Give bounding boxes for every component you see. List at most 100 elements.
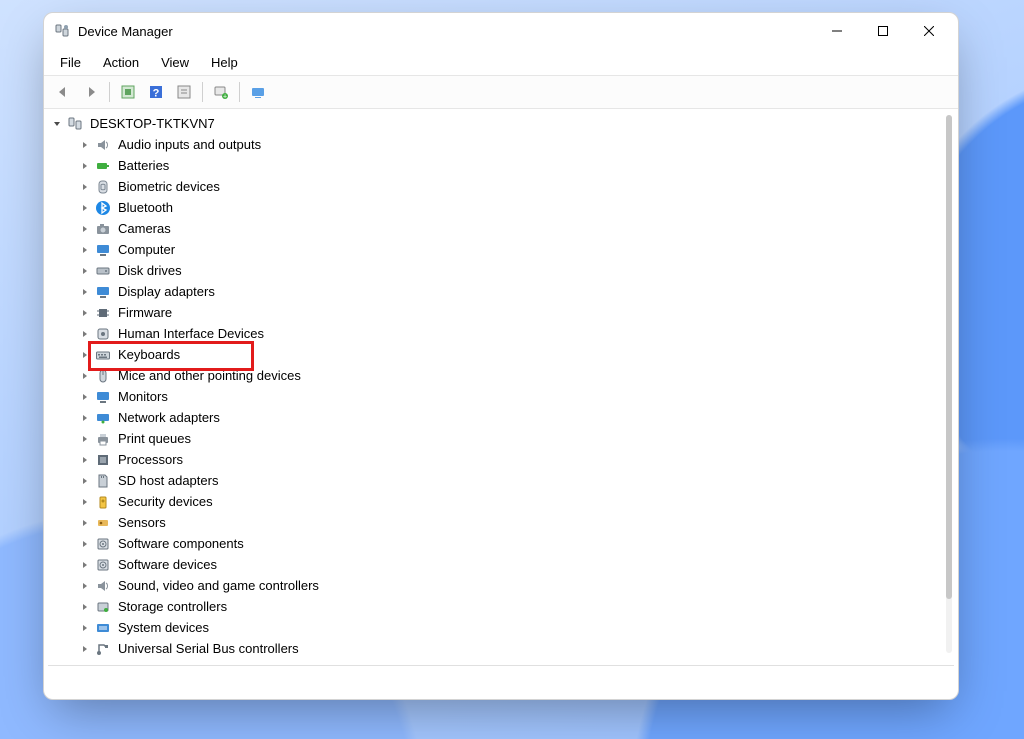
menu-view[interactable]: View — [151, 52, 199, 73]
menu-view-label: View — [161, 55, 189, 70]
expand-arrow-icon[interactable] — [78, 411, 92, 425]
tree-node[interactable]: Computer — [50, 239, 958, 260]
toolbar-help-button[interactable]: ? — [143, 79, 169, 105]
svg-text:+: + — [223, 94, 227, 101]
device-tree[interactable]: DESKTOP-TKTKVN7Audio inputs and outputsB… — [44, 109, 958, 659]
tree-node[interactable]: Firmware — [50, 302, 958, 323]
tree-node[interactable]: Cameras — [50, 218, 958, 239]
monitor-icon — [94, 241, 112, 259]
tree-node[interactable]: Software components — [50, 533, 958, 554]
close-button[interactable] — [906, 15, 952, 47]
network-icon — [94, 409, 112, 427]
battery-icon — [94, 157, 112, 175]
tree-node[interactable]: Human Interface Devices — [50, 323, 958, 344]
tree-node[interactable]: Software devices — [50, 554, 958, 575]
toolbar-back-button[interactable] — [50, 79, 76, 105]
toolbar-forward-button[interactable] — [78, 79, 104, 105]
tree-node[interactable]: Network adapters — [50, 407, 958, 428]
tree-node[interactable]: Mice and other pointing devices — [50, 365, 958, 386]
app-icon — [54, 23, 70, 39]
tree-node[interactable]: Sensors — [50, 512, 958, 533]
menu-file[interactable]: File — [50, 52, 91, 73]
toolbar-separator — [239, 82, 240, 102]
tree-node[interactable]: Print queues — [50, 428, 958, 449]
tree-node[interactable]: Keyboards — [50, 344, 958, 365]
expand-arrow-icon[interactable] — [78, 306, 92, 320]
cpu-icon — [94, 451, 112, 469]
scrollbar-thumb[interactable] — [946, 115, 952, 599]
usb-icon — [94, 640, 112, 658]
vertical-scrollbar[interactable] — [946, 115, 952, 653]
menu-action[interactable]: Action — [93, 52, 149, 73]
maximize-button[interactable] — [860, 15, 906, 47]
expand-arrow-icon[interactable] — [78, 264, 92, 278]
system-icon — [94, 619, 112, 637]
tree-node-label: Bluetooth — [118, 197, 173, 218]
minimize-button[interactable] — [814, 15, 860, 47]
camera-icon — [94, 220, 112, 238]
computer-icon — [66, 115, 84, 133]
tree-node[interactable]: Monitors — [50, 386, 958, 407]
tree-node-label: Firmware — [118, 302, 172, 323]
toolbar-scan-button[interactable]: + — [208, 79, 234, 105]
tree-node[interactable]: Display adapters — [50, 281, 958, 302]
tree-node-label: Human Interface Devices — [118, 323, 264, 344]
tree-node[interactable]: Bluetooth — [50, 197, 958, 218]
tree-node[interactable]: Disk drives — [50, 260, 958, 281]
toolbar-properties-button[interactable] — [171, 79, 197, 105]
tree-node[interactable]: Universal Serial Bus controllers — [50, 638, 958, 659]
tree-node[interactable]: Batteries — [50, 155, 958, 176]
tree-node-label: Cameras — [118, 218, 171, 239]
tree-node[interactable]: Audio inputs and outputs — [50, 134, 958, 155]
tree-node-label: Disk drives — [118, 260, 182, 281]
expand-arrow-icon[interactable] — [78, 201, 92, 215]
bluetooth-icon — [94, 199, 112, 217]
software-icon — [94, 556, 112, 574]
expand-arrow-icon[interactable] — [78, 327, 92, 341]
expand-arrow-icon[interactable] — [78, 642, 92, 656]
expand-arrow-icon[interactable] — [78, 180, 92, 194]
monitor-icon — [94, 283, 112, 301]
expand-arrow-icon[interactable] — [78, 159, 92, 173]
expand-arrow-icon[interactable] — [78, 348, 92, 362]
tree-node[interactable]: Biometric devices — [50, 176, 958, 197]
expand-arrow-icon[interactable] — [78, 474, 92, 488]
tree-node[interactable]: System devices — [50, 617, 958, 638]
expand-arrow-icon[interactable] — [78, 579, 92, 593]
tree-root-node[interactable]: DESKTOP-TKTKVN7 — [50, 113, 958, 134]
expand-arrow-icon[interactable] — [78, 243, 92, 257]
expand-arrow-icon[interactable] — [78, 537, 92, 551]
tree-node[interactable]: SD host adapters — [50, 470, 958, 491]
hid-icon — [94, 325, 112, 343]
toolbar-show-hidden-button[interactable] — [115, 79, 141, 105]
expand-arrow-icon[interactable] — [78, 600, 92, 614]
expand-arrow-icon[interactable] — [78, 621, 92, 635]
menu-help[interactable]: Help — [201, 52, 248, 73]
tree-node[interactable]: Sound, video and game controllers — [50, 575, 958, 596]
expand-arrow-icon[interactable] — [78, 369, 92, 383]
expand-arrow-icon[interactable] — [78, 390, 92, 404]
toolbar-update-driver-button[interactable] — [245, 79, 271, 105]
software-icon — [94, 535, 112, 553]
tree-node-label: Mice and other pointing devices — [118, 365, 301, 386]
status-pane — [48, 665, 728, 693]
expand-arrow-icon[interactable] — [78, 495, 92, 509]
tree-node[interactable]: Storage controllers — [50, 596, 958, 617]
titlebar: Device Manager — [44, 13, 958, 49]
tree-node-label: System devices — [118, 617, 209, 638]
expand-arrow-icon[interactable] — [78, 558, 92, 572]
tree-node[interactable]: Processors — [50, 449, 958, 470]
expand-arrow-icon[interactable] — [78, 138, 92, 152]
expand-arrow-icon[interactable] — [78, 285, 92, 299]
expand-arrow-icon[interactable] — [78, 432, 92, 446]
expand-arrow-icon[interactable] — [78, 516, 92, 530]
mouse-icon — [94, 367, 112, 385]
expand-arrow-icon[interactable] — [78, 453, 92, 467]
expand-arrow-icon[interactable] — [50, 117, 64, 131]
fingerprint-icon — [94, 178, 112, 196]
expand-arrow-icon[interactable] — [78, 222, 92, 236]
tree-node-label: Audio inputs and outputs — [118, 134, 261, 155]
tree-root-label: DESKTOP-TKTKVN7 — [90, 113, 215, 134]
tree-node[interactable]: Security devices — [50, 491, 958, 512]
desktop-background: Device Manager File Action View Help — [0, 0, 1024, 739]
